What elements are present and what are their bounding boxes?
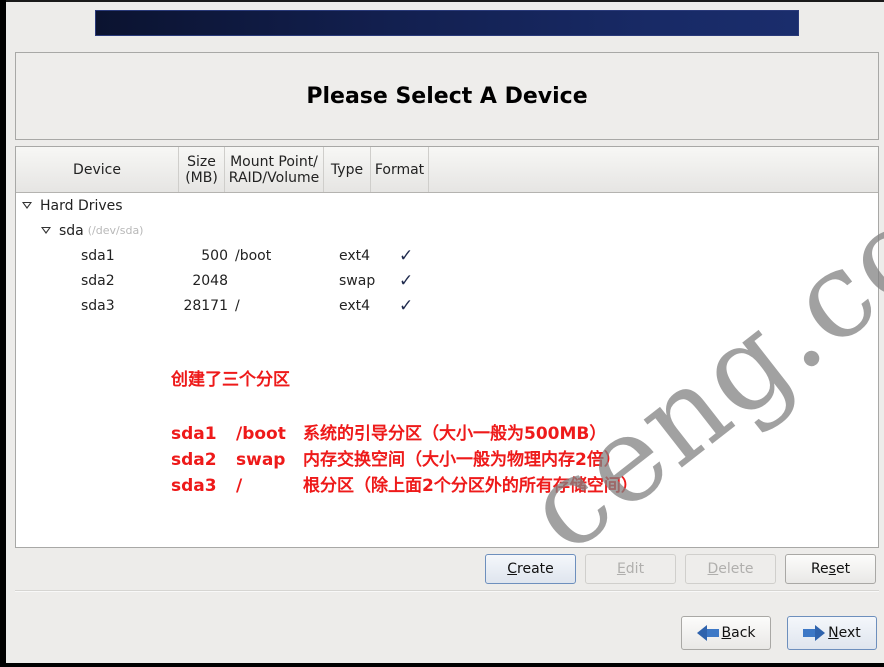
- mnemonic: B: [721, 625, 732, 641]
- partition-size: 500: [201, 247, 228, 264]
- header-banner: [95, 10, 799, 36]
- partition-device: sda1: [81, 247, 115, 264]
- divider: [15, 590, 879, 592]
- table-header: Device Size (MB) Mount Point/ RAID/Volum…: [16, 147, 878, 193]
- column-label: Device: [73, 161, 121, 178]
- tree-row-hard-drives[interactable]: Hard Drives: [22, 193, 123, 218]
- format-check-icon: ✓: [399, 245, 414, 266]
- edit-button[interactable]: Edit: [585, 554, 676, 584]
- partition-row[interactable]: sda1 500 /boot ext4 ✓: [16, 243, 878, 268]
- annotation-desc: 系统的引导分区（大小一般为500MB）: [303, 424, 607, 444]
- next-button[interactable]: Next: [787, 616, 877, 650]
- column-header-device[interactable]: Device: [16, 147, 179, 192]
- annotation-dev: sda1: [171, 424, 217, 444]
- format-check-icon: ✓: [399, 270, 414, 291]
- annotation-dev: sda2: [171, 450, 217, 470]
- delete-button[interactable]: Delete: [685, 554, 776, 584]
- tree-row-disk[interactable]: sda (/dev/sda): [41, 218, 143, 243]
- partition-type: ext4: [339, 247, 371, 264]
- column-header-format[interactable]: Format: [371, 147, 429, 192]
- partition-device: sda2: [81, 272, 115, 289]
- column-header-mount-point[interactable]: Mount Point/ RAID/Volume: [225, 147, 324, 192]
- partition-type: ext4: [339, 297, 371, 314]
- partition-device: sda3: [81, 297, 115, 314]
- mnemonic: C: [507, 561, 518, 577]
- column-header-size[interactable]: Size (MB): [179, 147, 225, 192]
- partition-row[interactable]: sda2 2048 swap ✓: [16, 268, 878, 293]
- label-part: et: [835, 561, 851, 577]
- reset-button[interactable]: Re s et: [785, 554, 876, 584]
- expander-triangle-icon[interactable]: [41, 227, 51, 234]
- annotation-desc: 根分区（除上面2个分区外的所有存储空间）: [303, 476, 638, 496]
- format-check-icon: ✓: [399, 295, 414, 316]
- column-label: Type: [330, 161, 364, 178]
- annotation-mount: swap: [236, 450, 286, 470]
- annotation-mount: /boot: [236, 424, 286, 444]
- device-tree-table[interactable]: Device Size (MB) Mount Point/ RAID/Volum…: [15, 146, 879, 548]
- mnemonic: E: [616, 561, 626, 577]
- partition-mount: /: [235, 297, 240, 314]
- label-part: ext: [838, 625, 861, 641]
- label-part: dit: [625, 561, 645, 577]
- label-part: Re: [810, 561, 829, 577]
- annotation-line: sda2 swap 内存交换空间（大小一般为物理内存2倍）: [171, 445, 621, 470]
- title-panel: Please Select A Device: [15, 52, 879, 140]
- column-label: Format: [374, 161, 425, 178]
- disk-name: sda: [59, 222, 84, 239]
- label-part: ack: [731, 625, 756, 641]
- column-label: Mount Point/ RAID/Volume: [228, 153, 320, 186]
- partition-row[interactable]: sda3 28171 / ext4 ✓: [16, 293, 878, 318]
- arrow-left-icon: [696, 625, 719, 641]
- annotation-line: sda1/boot 系统的引导分区（大小一般为500MB）: [171, 419, 606, 444]
- annotation-line: sda3 / 根分区（除上面2个分区外的所有存储空间）: [171, 471, 638, 496]
- arrow-right-icon: [803, 625, 826, 641]
- mnemonic: N: [828, 625, 839, 641]
- mnemonic: D: [707, 561, 719, 577]
- partition-type: swap: [339, 272, 376, 289]
- expander-triangle-icon[interactable]: [22, 202, 32, 209]
- annotation-dev: sda3: [171, 476, 217, 496]
- partition-mount: /boot: [235, 247, 272, 264]
- column-label: Size (MB): [185, 153, 218, 186]
- label-part: elete: [718, 561, 754, 577]
- partition-size: 28171: [183, 297, 228, 314]
- mnemonic: s: [828, 561, 836, 577]
- back-button[interactable]: Back: [681, 616, 771, 650]
- column-header-type[interactable]: Type: [324, 147, 371, 192]
- installer-window: Please Select A Device Device Size (MB) …: [6, 0, 884, 663]
- annotation-mount: /: [236, 476, 243, 496]
- annotation-heading: 创建了三个分区: [171, 370, 290, 390]
- create-button[interactable]: Create: [485, 554, 576, 584]
- group-label: Hard Drives: [40, 197, 123, 214]
- label-part: reate: [517, 561, 554, 577]
- disk-path: (/dev/sda): [87, 224, 144, 237]
- page-title: Please Select A Device: [306, 83, 588, 109]
- annotation-desc: 内存交换空间（大小一般为物理内存2倍）: [303, 450, 621, 470]
- partition-size: 2048: [192, 272, 228, 289]
